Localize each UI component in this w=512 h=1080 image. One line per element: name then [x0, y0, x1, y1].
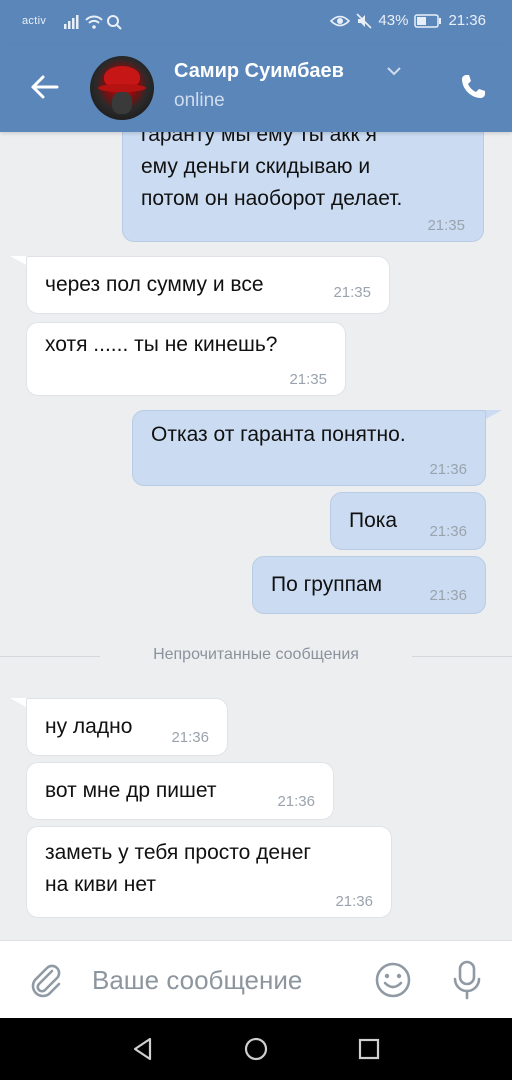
message-time: 21:36	[429, 461, 467, 478]
contact-name[interactable]: Самир Суимбаев	[174, 60, 344, 83]
message-text: заметь у тебя просто денег	[45, 841, 312, 864]
message-outgoing[interactable]: Отказ от гаранта понятно. 21:36	[132, 410, 486, 486]
chevron-down-icon[interactable]	[386, 66, 402, 76]
message-time: 21:36	[171, 729, 209, 746]
message-text: ну ладно	[45, 715, 133, 738]
avatar-face	[112, 92, 132, 114]
message-incoming[interactable]: ну ладно 21:36	[26, 698, 228, 756]
message-text: ему деньги скидываю и	[141, 155, 371, 178]
message-text: Пока	[349, 509, 398, 532]
mute-icon	[356, 12, 372, 29]
battery-percent: 43%	[378, 12, 409, 29]
message-text: хотя ...... ты не кинешь?	[45, 333, 278, 356]
avatar[interactable]	[90, 56, 154, 120]
unread-divider: Непрочитанные сообщения	[0, 644, 512, 668]
message-outgoing[interactable]: По группам 21:36	[252, 556, 486, 614]
phone-icon[interactable]	[458, 72, 488, 102]
nav-home-icon[interactable]	[243, 1036, 269, 1062]
message-text: через пол сумму и все	[45, 273, 264, 296]
message-time: 21:35	[427, 217, 465, 234]
eye-icon	[330, 15, 351, 26]
avatar-brim	[98, 84, 146, 92]
message-time: 21:36	[335, 893, 373, 910]
divider-line	[412, 656, 512, 657]
battery-icon	[414, 13, 442, 28]
message-incoming[interactable]: вот мне др пишет 21:36	[26, 762, 334, 820]
divider-text: Непрочитанные сообщения	[153, 646, 359, 663]
message-outgoing[interactable]: гаранту мы ему ты акк я ему деньги скиды…	[122, 132, 484, 242]
message-time: 21:35	[289, 371, 327, 388]
composer: Ваше сообщение	[0, 940, 512, 1018]
clock: 21:36	[448, 12, 486, 29]
message-time: 21:36	[429, 523, 467, 540]
message-time: 21:36	[277, 793, 315, 810]
message-time: 21:36	[429, 587, 467, 604]
message-text: Отказ от гаранта понятно.	[151, 423, 406, 446]
message-outgoing[interactable]: Пока 21:36	[330, 492, 486, 550]
carrier-label: activ	[22, 15, 47, 27]
message-text: вот мне др пишет	[45, 779, 217, 802]
nav-recents-icon[interactable]	[356, 1036, 382, 1062]
chat-header: Самир Суимбаев online	[0, 44, 512, 132]
message-incoming[interactable]: заметь у тебя просто денег на киви нет 2…	[26, 826, 392, 918]
attach-icon[interactable]	[26, 961, 64, 999]
bubble-tail	[484, 410, 502, 420]
back-arrow-icon[interactable]	[30, 72, 60, 102]
message-text: По группам	[271, 573, 383, 596]
status-right: 43% 21:36	[330, 12, 486, 29]
system-nav-bar	[0, 1018, 512, 1080]
status-bar: activ 43% 21:36	[0, 0, 512, 44]
message-incoming[interactable]: через пол сумму и все 21:35	[26, 256, 390, 314]
message-input[interactable]: Ваше сообщение	[92, 965, 302, 996]
message-time: 21:35	[333, 284, 371, 301]
message-text: потом он наоборот делает.	[141, 187, 403, 210]
emoji-icon[interactable]	[374, 961, 412, 999]
message-text: гаранту мы ему ты акк я	[141, 132, 377, 146]
microphone-icon[interactable]	[448, 959, 486, 1001]
message-text: на киви нет	[45, 873, 156, 896]
nav-back-icon[interactable]	[130, 1036, 156, 1062]
contact-status: online	[174, 90, 225, 111]
message-incoming[interactable]: хотя ...... ты не кинешь? 21:35	[26, 322, 346, 396]
signal-wifi-search-icons	[64, 15, 122, 30]
message-list[interactable]: гаранту мы ему ты акк я ему деньги скиды…	[0, 132, 512, 940]
